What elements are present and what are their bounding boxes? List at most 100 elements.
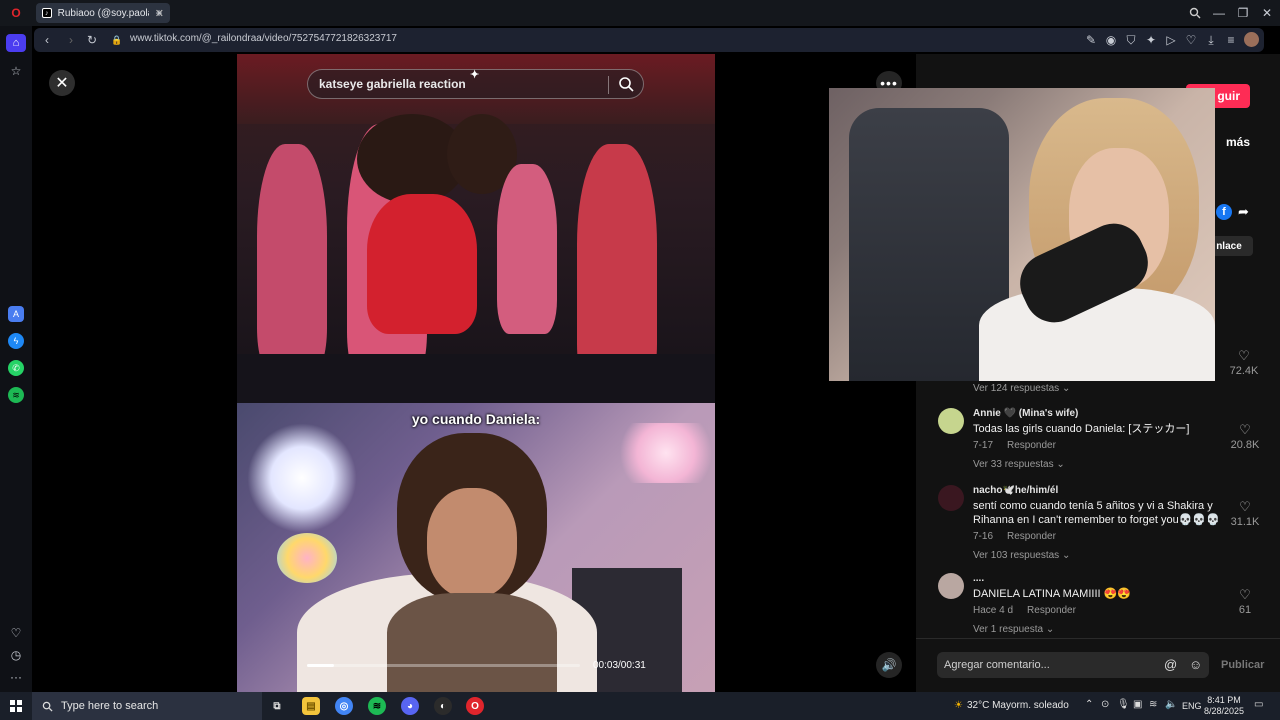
video-caption: yo cuando Daniela: [411, 411, 541, 427]
language-indicator[interactable]: ENG [1182, 701, 1202, 711]
comment-author[interactable]: .... [973, 573, 1223, 584]
close-window-icon[interactable]: ✕ [1258, 4, 1276, 22]
like-count: 31.1K [1230, 516, 1260, 528]
chevron-down-icon: ⌄ [1061, 550, 1071, 561]
spotify-taskbar-icon[interactable]: ≋ [368, 697, 386, 715]
wifi-icon[interactable]: ≋ [1149, 699, 1157, 710]
reply-button[interactable]: Responder [1007, 531, 1056, 542]
like-heart-icon[interactable]: ♡ [1227, 499, 1263, 515]
file-explorer-icon[interactable]: ▤ [302, 697, 320, 715]
mention-icon[interactable]: @ [1164, 657, 1177, 672]
menu-icon[interactable]: ≡ [1222, 31, 1240, 49]
opera-taskbar-icon[interactable]: O [466, 697, 484, 715]
aria-icon[interactable]: A [8, 306, 24, 322]
progress-track[interactable] [307, 664, 580, 667]
reply-button[interactable]: Responder [1027, 605, 1076, 616]
opera-logo-icon[interactable]: O [7, 4, 25, 22]
comment-like[interactable]: ♡ 31.1K [1227, 499, 1263, 528]
like-count: 20.8K [1230, 439, 1260, 451]
heart-bookmark-icon[interactable]: ♡ [1182, 31, 1200, 49]
notifications-icon[interactable]: ▭ [1254, 699, 1263, 710]
history-icon[interactable]: ◷ [7, 646, 25, 664]
shield-icon[interactable]: ⛉ [1122, 31, 1140, 49]
comment-text: Todas las girls cuando Daniela: [ステッカー] [973, 423, 1190, 435]
reload-icon[interactable]: ↻ [83, 31, 101, 49]
comment-date: 7-16 [973, 531, 994, 542]
extensions-icon[interactable]: ✦ [1142, 31, 1160, 49]
video-top-half[interactable] [237, 54, 715, 403]
top-comment-likes[interactable]: ♡ 72.4K [1226, 348, 1262, 377]
video-popout-icon[interactable]: ▷ [1162, 31, 1180, 49]
forward-icon[interactable]: › [62, 31, 80, 49]
browser-sidebar: ⌂ ☆ A ϟ ✆ ≋ ♡ ◷ ··· [0, 26, 32, 692]
task-view-icon[interactable]: ⧉ [268, 697, 286, 715]
avatar[interactable] [938, 485, 964, 511]
minimize-icon[interactable]: — [1210, 4, 1228, 22]
whatsapp-icon[interactable]: ✆ [8, 360, 24, 376]
tiktok-favicon-icon: ♪ [42, 8, 52, 18]
avatar[interactable] [938, 408, 964, 434]
search-query: katseye gabriella reaction [319, 77, 466, 91]
back-icon[interactable]: ‹ [38, 31, 56, 49]
tab-title: Rubiaoo (@soy.paola [57, 7, 149, 19]
comment-like[interactable]: ♡ 20.8K [1227, 422, 1263, 451]
comment-author[interactable]: Annie 🖤 (Mina's wife) [973, 408, 1223, 419]
emoji-icon[interactable]: ☺ [1189, 657, 1202, 672]
share-arrow-icon[interactable]: ➦ [1238, 204, 1249, 220]
edit-icon[interactable]: ✎ [1082, 31, 1100, 49]
publish-button[interactable]: Publicar [1221, 659, 1264, 671]
discord-icon[interactable]: ◕ [401, 697, 419, 715]
weather-widget[interactable]: ☀ 32°C Mayorm. soleado [954, 700, 1069, 711]
comment-item: nacho🕊️he/him/él sentí como cuando tenía… [938, 485, 1263, 565]
download-icon[interactable]: ⤓ [1202, 31, 1220, 49]
camera-icon[interactable]: ◉ [1102, 31, 1120, 49]
weather-text: 32°C Mayorm. soleado [966, 700, 1069, 711]
comment-author[interactable]: nacho🕊️he/him/él [973, 485, 1223, 496]
windows-start-icon[interactable] [10, 700, 22, 712]
url-text[interactable]: www.tiktok.com/@_railondraa/video/752754… [130, 33, 397, 44]
avatar[interactable] [938, 573, 964, 599]
more-link[interactable]: más [1226, 135, 1250, 149]
view-replies-link[interactable]: Ver 124 respuestas ⌄ [973, 383, 1070, 394]
volume-icon[interactable]: 🔈 [1165, 699, 1177, 710]
taskbar-search-placeholder: Type here to search [61, 700, 159, 712]
chevron-down-icon: ⌄ [1056, 459, 1065, 470]
sun-icon: ☀ [954, 700, 963, 711]
taskbar-clock[interactable]: 8:41 PM 8/28/2025 [1200, 695, 1248, 717]
view-replies-link[interactable]: Ver 33 respuestas ⌄ [973, 459, 1223, 470]
like-heart-icon[interactable]: ♡ [1227, 422, 1263, 438]
microphone-icon[interactable]: 🎙 [1117, 699, 1130, 710]
close-video-button[interactable]: ✕ [49, 70, 75, 96]
search-tabs-icon[interactable] [1186, 4, 1204, 22]
comment-item: Annie 🖤 (Mina's wife) Todas las girls cu… [938, 408, 1263, 478]
taskbar-search[interactable]: Type here to search [32, 692, 262, 720]
like-heart-icon[interactable]: ♡ [1226, 348, 1262, 364]
display-icon[interactable]: ▣ [1133, 699, 1142, 710]
more-icon[interactable]: ··· [7, 668, 25, 686]
video-bottom-half[interactable] [237, 403, 715, 692]
progress-fill [307, 664, 335, 667]
star-icon[interactable]: ☆ [7, 62, 25, 80]
heart-icon[interactable]: ♡ [7, 624, 25, 642]
home-icon[interactable]: ⌂ [6, 34, 26, 52]
view-replies-link[interactable]: Ver 103 respuestas ⌄ [973, 550, 1223, 561]
volume-button[interactable]: 🔊 [876, 652, 902, 678]
obs-icon[interactable]: ◐ [434, 697, 452, 715]
replies-label: Ver 33 respuestas [973, 459, 1054, 470]
profile-avatar[interactable] [1244, 32, 1259, 47]
video-search-bar[interactable]: katseye gabriella reaction ✦ [307, 69, 644, 99]
search-icon[interactable] [618, 76, 634, 95]
new-tab-icon[interactable]: + [150, 4, 168, 22]
comment-like[interactable]: ♡ 61 [1227, 587, 1263, 616]
maximize-icon[interactable]: ❐ [1234, 4, 1252, 22]
network-icon[interactable]: ⊙ [1101, 699, 1109, 710]
view-replies-link[interactable]: Ver 1 respuesta ⌄ [973, 624, 1223, 635]
chrome-icon[interactable]: ◎ [335, 697, 353, 715]
messenger-icon[interactable]: ϟ [8, 333, 24, 349]
spotify-icon[interactable]: ≋ [8, 387, 24, 403]
facebook-share-icon[interactable]: f [1216, 204, 1232, 220]
search-divider [608, 76, 609, 94]
reply-button[interactable]: Responder [1007, 440, 1056, 451]
chevron-up-icon[interactable]: ⌃ [1085, 699, 1093, 710]
like-heart-icon[interactable]: ♡ [1227, 587, 1263, 603]
